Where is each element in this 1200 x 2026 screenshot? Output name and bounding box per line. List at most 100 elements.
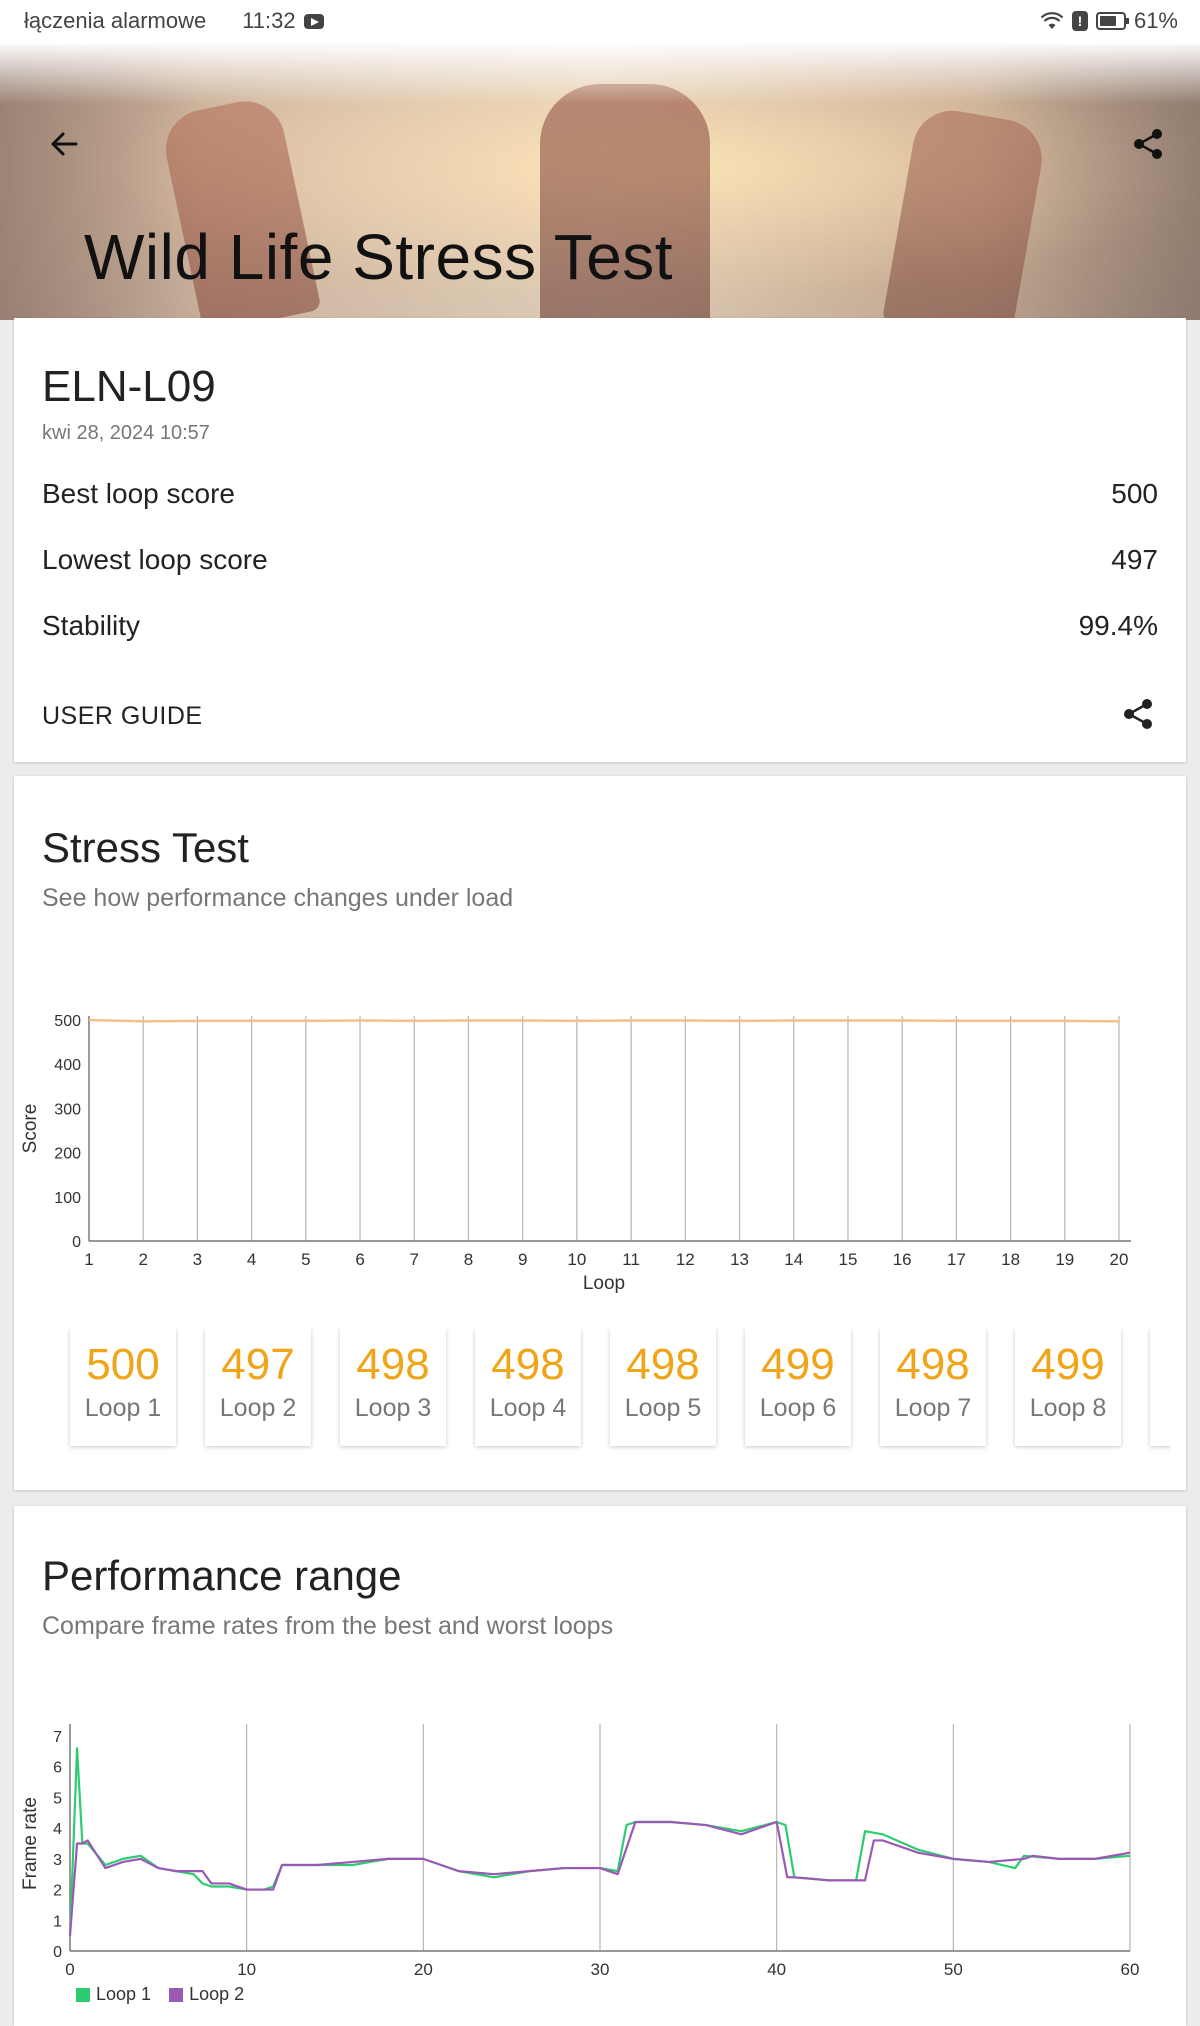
x-tick-label: 50 <box>944 1960 963 1976</box>
device-name: ELN-L09 <box>42 362 216 411</box>
hero-banner: Wild Life Stress Test <box>0 44 1200 320</box>
x-tick-label: 4 <box>247 1250 256 1269</box>
loop-label: L <box>1150 1394 1170 1423</box>
legend-label: Loop 1 <box>96 1984 152 2004</box>
y-tick-label: 0 <box>72 1234 81 1251</box>
stat-value: 497 <box>1111 544 1158 575</box>
y-tick-label: 4 <box>53 1821 62 1838</box>
loop-label: Loop 8 <box>1029 1394 1107 1422</box>
loop-label: Loop 5 <box>624 1394 702 1422</box>
loop-label: Loop 3 <box>354 1394 432 1422</box>
y-tick-label: 7 <box>53 1729 62 1746</box>
x-tick-label: 3 <box>193 1250 202 1269</box>
loop-tile[interactable]: 498 Loop 3 <box>340 1328 446 1446</box>
stat-value: 99.4% <box>1078 610 1158 641</box>
x-tick-label: 0 <box>65 1960 74 1976</box>
loop-score: 499 <box>761 1340 835 1389</box>
loop-score: 500 <box>86 1340 160 1389</box>
status-bar: łączenia alarmowe 11:32 ! 61% <box>0 0 1200 44</box>
loop-tile[interactable]: 498 Loop 4 <box>475 1328 581 1446</box>
loop-scores-list[interactable]: 500 Loop 1 497 Loop 2 498 Loop 3 498 Loop 4 … <box>42 1328 1170 1458</box>
y-tick-label: 3 <box>53 1852 62 1869</box>
loop-tile[interactable]: 498 Loop 7 <box>880 1328 986 1446</box>
x-tick-label: 5 <box>301 1250 310 1269</box>
stat-row-stability: Stability 99.4% <box>42 606 1158 646</box>
y-axis-label: Frame rate <box>20 1797 41 1890</box>
loop-label: Loop 7 <box>894 1394 972 1422</box>
score-series-line <box>88 1018 1120 1023</box>
legend-swatch <box>76 1987 90 2002</box>
loop-tile[interactable]: 499 Loop 6 <box>745 1328 851 1446</box>
youtube-icon <box>303 13 324 29</box>
x-tick-label: 17 <box>947 1250 966 1269</box>
loop-score: 4 <box>1150 1340 1170 1390</box>
x-tick-label: 20 <box>1110 1250 1129 1269</box>
test-date: kwi 28, 2024 10:57 <box>42 422 210 444</box>
loop-tile[interactable]: 500 Loop 1 <box>70 1328 176 1446</box>
y-tick-label: 6 <box>53 1760 62 1777</box>
y-tick-label: 1 <box>53 1913 62 1930</box>
legend-item: Loop 2 <box>169 1984 244 2005</box>
user-guide-link[interactable]: USER GUIDE <box>42 702 203 731</box>
share-result-button[interactable] <box>1118 694 1158 734</box>
section-title: Stress Test <box>42 824 249 871</box>
loop-tile[interactable]: 4L <box>1150 1328 1170 1446</box>
legend-item: Loop 1 <box>76 1984 151 2005</box>
x-tick-label: 10 <box>567 1250 586 1269</box>
y-tick-label: 500 <box>54 1013 81 1030</box>
battery-percent: 61% <box>1133 8 1178 33</box>
loop-tile[interactable]: 499 Loop 8 <box>1015 1328 1121 1446</box>
x-tick-label: 15 <box>838 1250 857 1269</box>
share-button[interactable] <box>1126 122 1170 166</box>
x-tick-label: 2 <box>138 1250 147 1269</box>
loop-label: Loop 4 <box>489 1394 567 1422</box>
section-title: Performance range <box>42 1552 402 1599</box>
loop-tile[interactable]: 497 Loop 2 <box>205 1328 311 1446</box>
frame-rate-chart: 0 1 2 3 4 5 6 7 0 10 20 30 40 50 60 Frame rate <box>20 1724 1140 1976</box>
legend-label: Loop 2 <box>189 1984 245 2004</box>
x-tick-label: 20 <box>414 1960 433 1976</box>
loop-score: 498 <box>626 1340 700 1389</box>
x-tick-label: 9 <box>518 1250 527 1269</box>
alert-icon: ! <box>1071 11 1088 31</box>
y-tick-label: 100 <box>54 1190 81 1207</box>
y-tick-label: 300 <box>54 1101 81 1118</box>
share-icon <box>1134 129 1162 159</box>
share-icon <box>1124 699 1152 729</box>
x-tick-label: 13 <box>730 1250 749 1269</box>
loop-score: 499 <box>1031 1340 1105 1389</box>
x-tick-label: 60 <box>1121 1960 1140 1976</box>
status-carrier-text: łączenia alarmowe <box>24 8 207 33</box>
x-tick-label: 40 <box>767 1960 786 1976</box>
stat-row-lowest: Lowest loop score 497 <box>42 540 1158 580</box>
stress-test-card: Stress Test See how performance changes … <box>14 776 1186 1490</box>
x-tick-label: 11 <box>622 1250 640 1269</box>
stat-row-best: Best loop score 500 <box>42 474 1158 514</box>
page-title: Wild Life Stress Test <box>84 221 674 293</box>
loop-tile[interactable]: 498 Loop 5 <box>610 1328 716 1446</box>
back-button[interactable] <box>44 124 84 164</box>
x-tick-label: 19 <box>1055 1250 1074 1269</box>
loop-label: Loop 6 <box>759 1394 837 1422</box>
y-tick-label: 200 <box>54 1146 81 1163</box>
x-tick-label: 1 <box>84 1250 93 1269</box>
wifi-icon <box>1040 12 1064 29</box>
y-tick-label: 400 <box>54 1057 81 1074</box>
x-tick-label: 6 <box>355 1250 364 1269</box>
loop-score: 497 <box>221 1340 295 1389</box>
legend-swatch <box>169 1987 184 2002</box>
score-chart: 01002003004005001 2 3 4 5 6 7 8 9 10 11 12 13 14 15 16 1… <box>20 1013 1131 1294</box>
section-subtitle: See how performance changes under load <box>42 884 514 912</box>
status-time: 11:32 <box>242 8 296 33</box>
x-tick-label: 18 <box>1001 1250 1020 1269</box>
x-tick-label: 16 <box>893 1250 912 1269</box>
y-tick-label: 2 <box>53 1883 62 1900</box>
battery-icon <box>1095 12 1129 30</box>
stat-value: 500 <box>1111 478 1158 509</box>
y-tick-label: 0 <box>53 1944 62 1961</box>
arrow-left-icon <box>51 132 78 156</box>
y-tick-label: 5 <box>53 1790 62 1807</box>
x-tick-label: 7 <box>410 1250 419 1269</box>
chart-legend: Loop 1 Loop 2 <box>76 1984 244 2005</box>
stat-label: Stability <box>42 610 141 641</box>
